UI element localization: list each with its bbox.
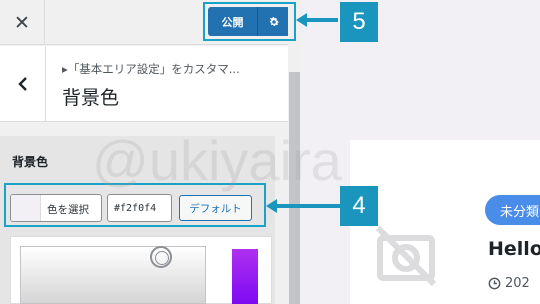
highlight-box-publish: [203, 2, 296, 41]
control-label: 背景色: [12, 155, 49, 169]
annotation-badge-4: 4: [340, 186, 378, 226]
hue-slider[interactable]: [232, 249, 258, 304]
scrollbar-thumb[interactable]: [289, 72, 300, 304]
category-badge[interactable]: 未分類: [485, 195, 540, 225]
section-header: ▸「基本エリア設定」をカスタマ... 背景色: [0, 46, 288, 122]
annotation-arrow-5: [296, 13, 338, 27]
no-image-icon: [375, 225, 437, 287]
annotation-arrow-4: [266, 199, 340, 213]
post-date-text: 202: [505, 276, 530, 291]
saturation-area[interactable]: [20, 246, 206, 304]
picker-handle[interactable]: [150, 246, 172, 268]
post-date: 202: [488, 276, 530, 291]
chevron-left-icon: [17, 77, 27, 91]
close-button[interactable]: ✕: [0, 0, 45, 45]
close-icon: ✕: [14, 11, 30, 34]
breadcrumb: ▸「基本エリア設定」をカスタマ...: [62, 62, 240, 76]
clock-icon: [488, 277, 501, 290]
annotation-badge-5: 5: [340, 2, 378, 42]
post-title[interactable]: Hello: [488, 238, 540, 260]
section-title: 背景色: [62, 87, 120, 109]
back-button[interactable]: [0, 46, 46, 122]
highlight-box-color-row: [4, 183, 266, 227]
